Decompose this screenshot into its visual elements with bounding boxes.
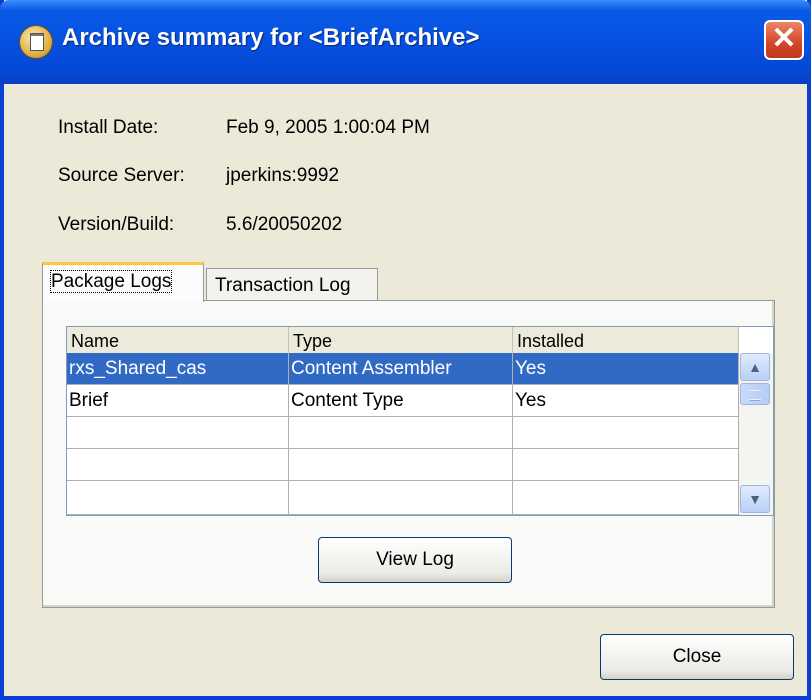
window-title: Archive summary for <BriefArchive>: [62, 24, 480, 51]
table-row[interactable]: [67, 481, 739, 515]
tab-transaction-log-label: Transaction Log: [215, 275, 351, 296]
archive-summary-dialog: Archive summary for <BriefArchive> ✕ Ins…: [0, 0, 811, 700]
column-header-installed[interactable]: Installed: [513, 327, 739, 353]
scroll-up-button[interactable]: ▲: [740, 353, 770, 381]
column-header-type[interactable]: Type: [289, 327, 513, 353]
install-date-label: Install Date:: [58, 117, 159, 138]
cell-installed: Yes: [513, 353, 739, 385]
cell-name: rxs_Shared_cas: [67, 353, 289, 385]
scroll-down-icon: ▼: [748, 491, 762, 507]
table-header: Name Type Installed: [67, 327, 739, 354]
close-icon: ✕: [771, 22, 797, 55]
cell-name: [67, 449, 289, 481]
version-build-label: Version/Build:: [58, 214, 175, 235]
scroll-up-icon: ▲: [748, 359, 762, 375]
archive-icon: [20, 26, 52, 58]
table-row[interactable]: [67, 417, 739, 449]
table-row[interactable]: rxs_Shared_cas Content Assembler Yes: [67, 353, 739, 385]
cell-installed: [513, 449, 739, 481]
source-server-label: Source Server:: [58, 165, 185, 186]
tab-transaction-log[interactable]: Transaction Log: [206, 268, 378, 302]
close-button[interactable]: Close: [600, 634, 794, 680]
title-bar[interactable]: Archive summary for <BriefArchive> ✕: [0, 0, 811, 84]
column-header-name[interactable]: Name: [67, 327, 289, 353]
cell-type: [289, 449, 513, 481]
version-build-value: 5.6/20050202: [226, 214, 343, 235]
cell-installed: Yes: [513, 385, 739, 417]
cell-type: [289, 481, 513, 515]
tab-package-logs-label: Package Logs: [49, 270, 173, 293]
vertical-scrollbar[interactable]: ▲ ▼: [739, 353, 773, 515]
scroll-down-button[interactable]: ▼: [740, 485, 770, 513]
cell-installed: [513, 481, 739, 515]
cell-type: [289, 417, 513, 449]
scroll-thumb[interactable]: [740, 383, 770, 405]
source-server-value: jperkins:9992: [226, 165, 340, 186]
view-log-button[interactable]: View Log: [318, 537, 512, 583]
tab-package-logs[interactable]: Package Logs: [42, 262, 204, 302]
cell-installed: [513, 417, 739, 449]
table-row[interactable]: Brief Content Type Yes: [67, 385, 739, 417]
package-logs-table: Name Type Installed rxs_Shared_cas Conte…: [66, 326, 774, 516]
install-date-value: Feb 9, 2005 1:00:04 PM: [226, 117, 430, 138]
table-row[interactable]: [67, 449, 739, 481]
cell-name: [67, 481, 289, 515]
cell-name: [67, 417, 289, 449]
close-window-button[interactable]: ✕: [764, 20, 804, 60]
cell-type: Content Assembler: [289, 353, 513, 385]
cell-type: Content Type: [289, 385, 513, 417]
cell-name: Brief: [67, 385, 289, 417]
